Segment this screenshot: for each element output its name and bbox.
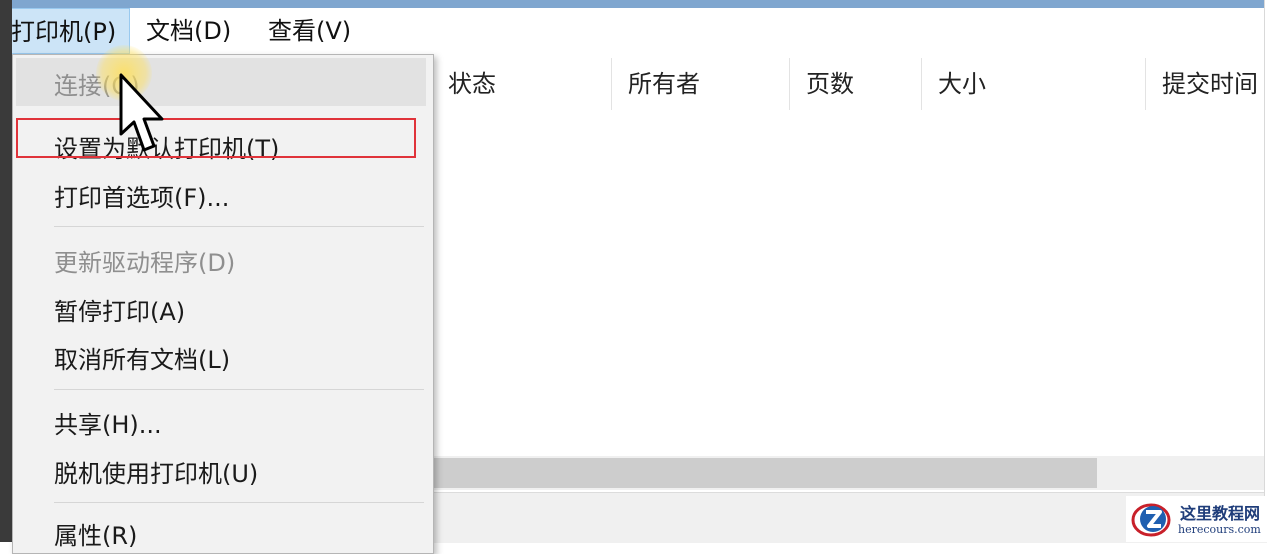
menu-item-properties[interactable]: 属性(R)	[54, 516, 137, 551]
watermark-url: herecours.com	[1178, 523, 1261, 536]
menu-item-share[interactable]: 共享(H)...	[54, 405, 162, 440]
watermark: 这里教程网 herecours.com	[1126, 496, 1272, 542]
menu-item-cancel-all[interactable]: 取消所有文档(L)	[54, 340, 230, 375]
menu-item-offline[interactable]: 脱机使用打印机(U)	[54, 454, 258, 489]
menu-view[interactable]: 查看(V)	[258, 8, 370, 54]
column-header-size[interactable]: 大小	[922, 58, 1146, 110]
column-header-pages[interactable]: 页数	[790, 58, 922, 110]
menu-separator	[54, 502, 424, 503]
column-header-status[interactable]: 状态	[432, 58, 612, 110]
print-queue-list[interactable]	[432, 110, 1267, 456]
watermark-title: 这里教程网	[1180, 504, 1261, 523]
mouse-cursor-icon	[119, 73, 164, 152]
window-right-border	[1264, 0, 1275, 542]
window-title-strip	[0, 0, 1275, 8]
menu-item-pause[interactable]: 暂停打印(A)	[54, 292, 185, 327]
scrollbar-thumb[interactable]	[432, 458, 1097, 488]
column-header-submitted[interactable]: 提交时间	[1146, 58, 1267, 110]
window-left-border	[0, 0, 12, 542]
menu-item-preferences[interactable]: 打印首选项(F)...	[54, 178, 229, 213]
column-header-owner[interactable]: 所有者	[612, 58, 790, 110]
menu-separator	[54, 389, 424, 390]
red-highlight-box	[16, 118, 416, 158]
menu-item-update-driver[interactable]: 更新驱动程序(D)	[54, 243, 235, 278]
menu-document[interactable]: 文档(D)	[136, 8, 250, 54]
watermark-logo-icon	[1131, 503, 1171, 537]
menu-separator	[54, 226, 424, 227]
